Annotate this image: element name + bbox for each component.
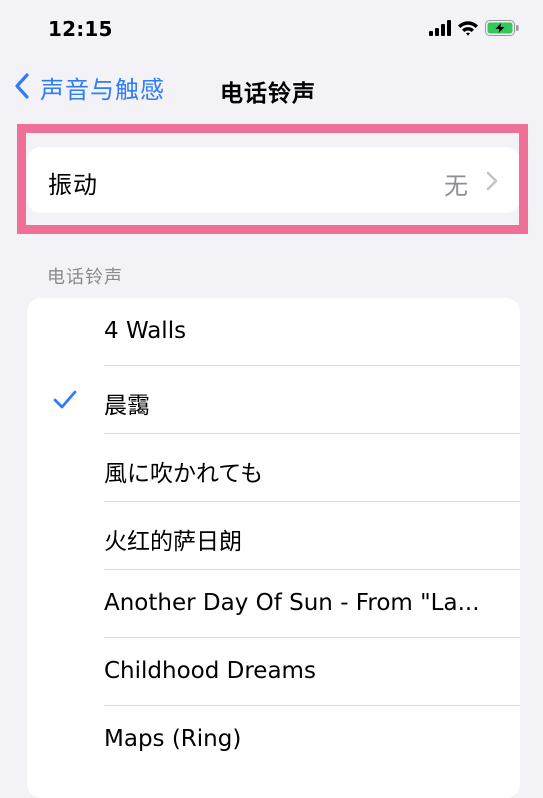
ringtone-row[interactable]: 火红的萨日朗 — [27, 502, 520, 570]
ringtone-label: Childhood Dreams — [104, 658, 316, 684]
status-bar: 12:15 — [0, 0, 543, 62]
ringtone-label: 晨靄 — [104, 393, 150, 419]
checkmark-icon — [53, 390, 77, 414]
ringtone-row[interactable]: 4 Walls — [27, 298, 520, 366]
ringtone-label: Maps (Ring) — [104, 726, 242, 752]
signal-icon — [429, 20, 451, 40]
back-button[interactable]: 声音与触感 — [14, 70, 165, 105]
status-time: 12:15 — [48, 17, 113, 41]
status-icons — [429, 20, 519, 40]
highlight-frame — [17, 124, 528, 234]
chevron-left-icon — [14, 72, 30, 104]
ringtone-row-selected[interactable]: 晨靄 — [27, 366, 520, 434]
ringtone-row[interactable]: Childhood Dreams — [27, 638, 520, 706]
ringtone-label: 4 Walls — [104, 318, 187, 344]
section-header: 电话铃声 — [47, 267, 123, 288]
ringtone-row[interactable]: Another Day Of Sun - From "La... — [27, 570, 520, 638]
page-title: 电话铃声 — [220, 81, 316, 107]
ringtone-label: Another Day Of Sun - From "La... — [104, 590, 480, 616]
battery-charging-icon — [485, 20, 519, 40]
ringtone-list: 4 Walls 晨靄 風に吹かれても 火红的萨日朗 Another Day Of… — [27, 298, 520, 798]
ringtone-row[interactable]: Maps (Ring) — [27, 706, 520, 774]
ringtone-label: 火红的萨日朗 — [104, 529, 242, 555]
wifi-icon — [457, 20, 479, 40]
nav-bar: 声音与触感 电话铃声 — [0, 64, 543, 118]
ringtone-label: 風に吹かれても — [104, 461, 264, 487]
back-label: 声音与触感 — [40, 76, 165, 104]
ringtone-row[interactable]: 風に吹かれても — [27, 434, 520, 502]
